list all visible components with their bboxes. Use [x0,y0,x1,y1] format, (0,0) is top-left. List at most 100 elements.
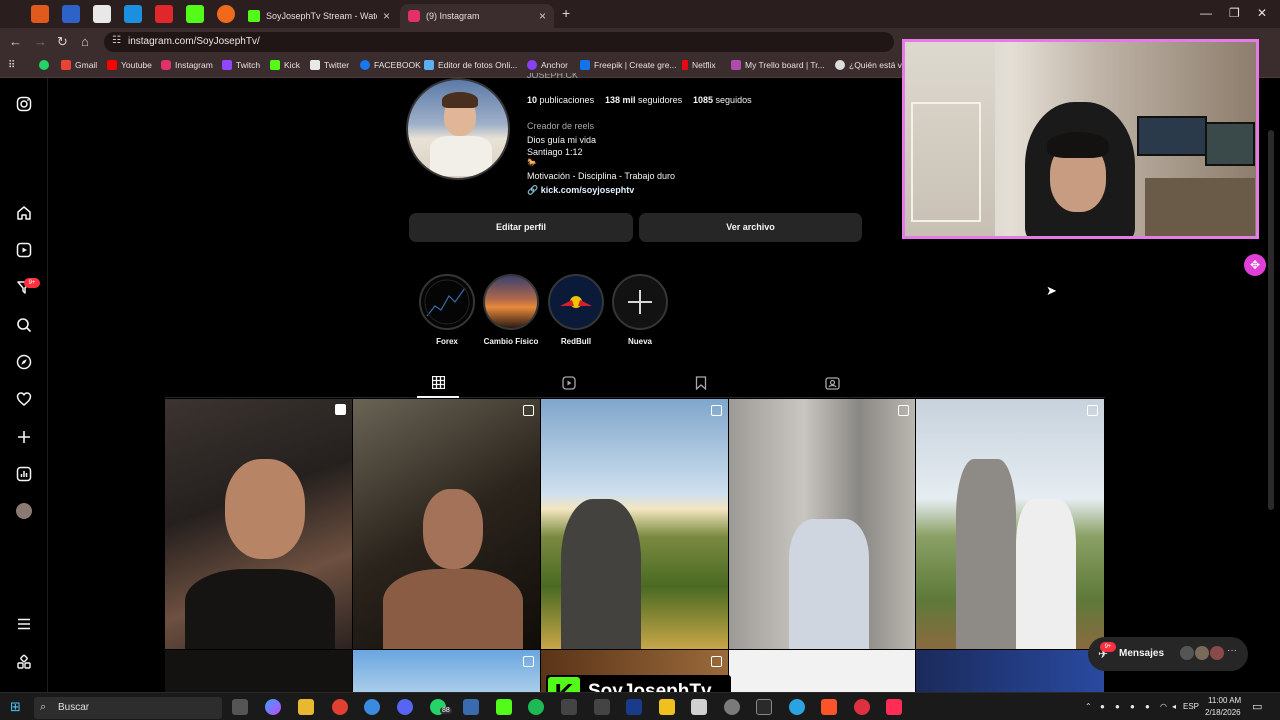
kick-tab-icon[interactable] [186,5,204,23]
app-icon[interactable] [561,699,577,715]
post-tile[interactable] [353,650,540,692]
notification-center-icon[interactable]: ▭ [1252,700,1262,713]
posts-grid-icon[interactable] [430,375,446,392]
tagged-icon[interactable] [824,376,840,393]
pinned-tab-icon[interactable] [62,5,80,23]
brave-icon[interactable] [821,699,837,715]
home-icon[interactable]: ⌂ [81,34,89,49]
new-tab-button[interactable]: + [562,5,570,21]
windows-start-icon[interactable]: ⊞ [10,699,21,715]
wifi-icon[interactable]: ◠ [1160,702,1167,711]
profile-link[interactable]: 🔗 kick.com/soyjosephtv [527,185,634,196]
clock-date[interactable]: 2/18/2026 [1205,708,1241,717]
highlight-cambio-fisico[interactable] [483,274,539,330]
menu-hamburger-icon[interactable] [16,616,32,632]
explore-compass-icon[interactable] [16,354,32,370]
post-tile[interactable] [541,399,728,649]
kick-app-icon[interactable] [496,699,512,715]
app-icon[interactable] [659,699,675,715]
close-window-icon[interactable]: ✕ [1257,6,1267,20]
post-tile[interactable] [729,399,915,649]
pinned-tab-icon[interactable] [217,5,235,23]
app-icon[interactable] [854,699,870,715]
bookmark-photo-editor[interactable]: Editor de fotos Onli... [424,60,517,70]
messages-button[interactable]: ✈ 9+ Mensajes ··· [1088,637,1248,671]
new-highlight-button[interactable] [612,274,668,330]
instagram-logo-icon[interactable] [16,96,32,112]
bookmark-whatsapp-icon[interactable] [39,60,53,70]
chrome-icon[interactable] [332,699,348,715]
tray-app-icon[interactable]: ● [1130,702,1135,711]
post-tile[interactable] [165,650,352,692]
post-tile[interactable] [916,650,1104,692]
site-info-icon[interactable]: ☷ [112,35,121,46]
post-tile[interactable] [165,399,352,649]
task-view-icon[interactable] [232,699,248,715]
chrome-profile-icon[interactable] [364,699,380,715]
bookmark-netflix[interactable]: Netflix [682,60,716,70]
bookmark-facebook[interactable]: FACEBOOK [360,60,421,70]
close-tab-icon[interactable]: × [539,9,546,23]
back-icon[interactable]: ← [9,34,22,49]
pinned-tab-icon[interactable] [31,5,49,23]
close-tab-icon[interactable]: × [383,9,390,23]
bookmark-anchor[interactable]: Anchor [527,60,568,70]
tab-kick-stream[interactable]: SoyJosephTv Stream - Watch Li × [240,4,398,28]
posts-count[interactable]: 10 publicaciones [527,95,594,105]
following-count[interactable]: 1085 seguidos [693,95,752,105]
create-plus-icon[interactable] [16,429,32,445]
dashboard-icon[interactable] [16,466,32,482]
file-explorer-icon[interactable] [298,699,314,715]
reels-tab-icon[interactable] [561,376,577,393]
followers-count[interactable]: 138 mil seguidores [605,95,682,105]
bookmark-freepik[interactable]: Freepik | Create gre... [580,60,677,70]
forward-icon[interactable]: → [34,34,47,49]
app-icon[interactable] [626,699,642,715]
app-icon[interactable] [691,699,707,715]
highlight-redbull[interactable] [548,274,604,330]
bookmark-gmail[interactable]: Gmail [61,60,97,70]
app-icon[interactable] [463,699,479,715]
profile-picture[interactable] [406,78,510,180]
heart-icon[interactable] [16,391,32,407]
youtube-tab-icon[interactable] [155,5,173,23]
tray-chevron-icon[interactable]: ⌃ [1085,702,1092,711]
bookmark-netflix-profiles[interactable]: ¿Quién está vie [835,60,909,70]
volume-icon[interactable]: ◂ [1172,702,1176,711]
post-tile[interactable] [916,399,1104,649]
reels-icon[interactable] [16,242,32,258]
tray-app-icon[interactable]: ● [1115,702,1120,711]
app-icon[interactable] [594,699,610,715]
search-icon[interactable] [16,317,32,333]
language-indicator[interactable]: ESP [1183,702,1199,711]
pinned-tab-icon[interactable] [93,5,111,23]
tab-instagram[interactable]: (9) Instagram × [400,4,554,28]
bookmark-kick[interactable]: Kick [270,60,300,70]
apps-grid-icon[interactable]: ⠿ [8,60,15,71]
restore-icon[interactable]: ❐ [1229,6,1240,20]
page-scrollbar[interactable] [1268,130,1274,510]
tiktok-icon[interactable] [886,699,902,715]
telegram-icon[interactable] [789,699,805,715]
home-nav-icon[interactable] [16,205,32,221]
tray-app-icon[interactable]: ● [1145,702,1150,711]
edit-profile-button[interactable]: Editar perfil [409,213,633,242]
pinned-tab-icon[interactable] [124,5,142,23]
bookmark-youtube[interactable]: Youtube [107,60,152,70]
saved-bookmark-icon[interactable] [693,376,709,393]
app-icon[interactable] [756,699,772,715]
bookmark-twitter[interactable]: Twitter [310,60,349,70]
minimize-icon[interactable]: — [1200,6,1212,20]
bookmark-instagram[interactable]: Instagram [161,60,213,70]
address-bar[interactable]: ☷ instagram.com/SoyJosephTv/ [104,32,894,52]
post-tile[interactable] [353,399,540,649]
overlay-widget-icon[interactable]: ✥ [1244,254,1266,276]
spotify-icon[interactable] [528,699,544,715]
copilot-icon[interactable] [265,699,281,715]
highlight-forex[interactable] [419,274,475,330]
discord-icon[interactable] [397,699,413,715]
bookmark-twitch[interactable]: Twitch [222,60,260,70]
bookmark-trello[interactable]: My Trello board | Tr... [731,60,825,70]
app-icon[interactable] [724,699,740,715]
also-from-meta-icon[interactable] [16,654,32,670]
